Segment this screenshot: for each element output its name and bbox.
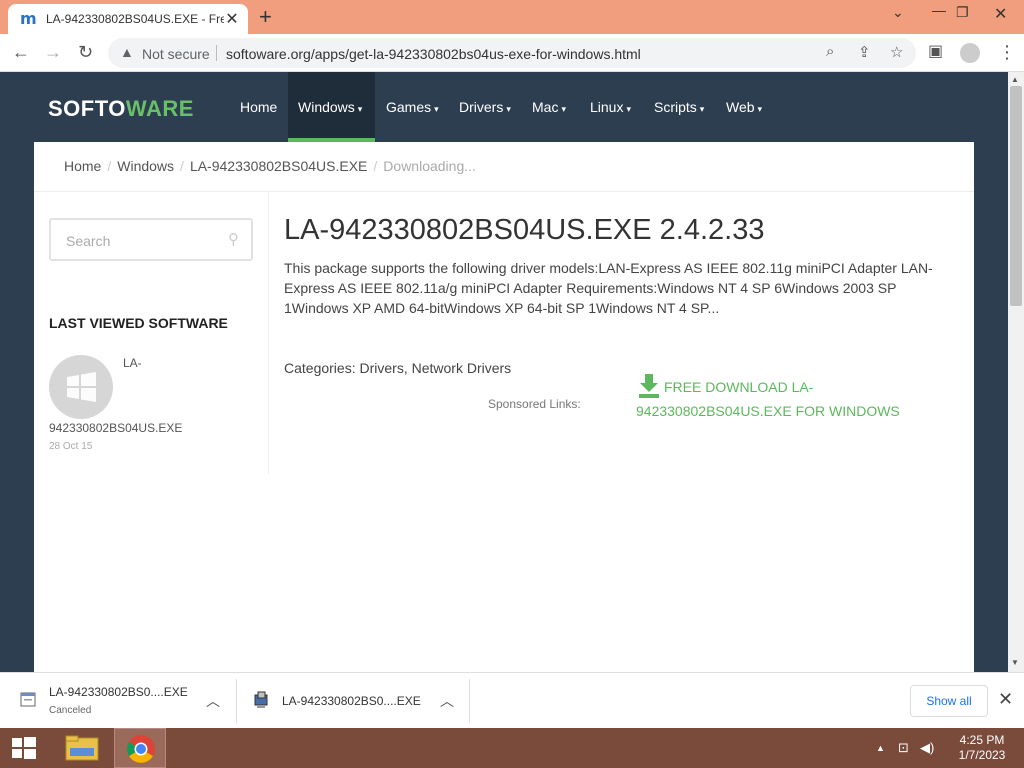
file-explorer-button[interactable] <box>56 728 108 768</box>
window-close-button[interactable]: ✕ <box>994 4 1007 24</box>
site-logo[interactable]: SOFTOWARE <box>48 96 194 122</box>
free-download-link[interactable]: FREE DOWNLOAD LA-942330802BS04US.EXE FOR… <box>636 375 966 423</box>
windows-start-icon <box>12 737 36 759</box>
network-icon[interactable]: ⊡ <box>898 740 909 756</box>
sponsored-links-label: Sponsored Links: <box>488 397 581 411</box>
browser-tab[interactable]: m LA-942330802BS04US.EXE - Free ✕ <box>8 4 248 34</box>
share-icon[interactable]: ⇪ <box>858 43 871 61</box>
not-secure-label[interactable]: Not secure <box>142 46 210 62</box>
nav-linux[interactable]: Linux ▾ <box>580 72 641 142</box>
download-item[interactable]: LA-942330802BS0....EXE ︿ <box>237 673 469 729</box>
breadcrumb-separator: / <box>107 158 112 174</box>
breadcrumb-current: Downloading... <box>383 158 476 174</box>
nav-home[interactable]: Home <box>230 72 287 142</box>
download-filename: LA-942330802BS0....EXE <box>282 694 421 708</box>
omnibox-divider <box>216 45 217 61</box>
tray-chevron-icon[interactable]: ▲ <box>876 743 885 753</box>
menu-kebab-icon[interactable]: ⋮ <box>998 42 1016 62</box>
scrollbar-thumb[interactable] <box>1010 86 1022 306</box>
last-viewed-heading: LAST VIEWED SOFTWARE <box>49 315 228 331</box>
clock-time: 4:25 PM <box>959 733 1005 747</box>
download-item[interactable]: LA-942330802BS0....EXE Canceled ︿ <box>0 673 236 729</box>
breadcrumb-separator: / <box>180 158 184 174</box>
page-title: LA-942330802BS04US.EXE 2.4.2.33 <box>284 214 765 246</box>
volume-icon[interactable]: ◀) <box>920 740 934 756</box>
clock-date: 1/7/2023 <box>958 748 1006 762</box>
windows-taskbar: ▲ ⊡ ◀) 4:25 PM 1/7/2023 <box>0 728 1024 768</box>
windows-logo-icon[interactable] <box>49 355 113 419</box>
page-scrollbar[interactable]: ▲ ▼ <box>1008 72 1024 672</box>
installer-icon <box>254 691 268 708</box>
nav-web[interactable]: Web ▾ <box>716 72 772 142</box>
software-description: This package supports the following driv… <box>284 260 933 316</box>
download-filename: LA-942330802BS0....EXE <box>49 685 188 699</box>
tab-strip: m LA-942330802BS04US.EXE - Free ✕ + ⌄ — … <box>0 0 1024 34</box>
tab-close-icon[interactable]: ✕ <box>224 9 240 29</box>
start-button[interactable] <box>0 728 48 768</box>
browser-toolbar: ← → ↻ ▲ Not secure softoware.org/apps/ge… <box>0 34 1024 72</box>
last-viewed-item-date: 28 Oct 15 <box>49 441 93 452</box>
site-header: SOFTOWARE Home Windows ▾ Games ▾ Drivers ▾ … <box>0 72 1008 142</box>
download-status: Canceled <box>49 705 92 716</box>
content-panel: Home / Windows / LA-942330802BS04US.EXE / Down… <box>34 142 974 672</box>
download-divider <box>469 679 470 723</box>
minimize-button[interactable]: — <box>932 2 946 18</box>
chrome-icon <box>127 735 155 763</box>
last-viewed-item-name[interactable]: LA- <box>123 356 142 370</box>
folder-icon <box>65 735 99 761</box>
nav-scripts[interactable]: Scripts ▾ <box>644 72 714 142</box>
breadcrumb-windows[interactable]: Windows <box>117 158 174 174</box>
scroll-down-icon[interactable]: ▼ <box>1011 658 1019 667</box>
profile-avatar-icon[interactable] <box>960 43 980 63</box>
search-input[interactable]: Search ⚲ <box>49 218 253 261</box>
search-placeholder: Search <box>66 233 111 249</box>
download-arrow-icon[interactable] <box>638 374 660 398</box>
chrome-taskbar-button[interactable] <box>114 728 166 768</box>
nav-drivers[interactable]: Drivers ▾ <box>449 72 521 142</box>
side-panel-icon[interactable]: ▣ <box>928 42 943 62</box>
search-icon[interactable]: ⚲ <box>228 230 239 248</box>
sidebar-divider <box>268 192 269 474</box>
tab-search-chevron-icon[interactable]: ⌄ <box>892 4 904 21</box>
chevron-up-icon[interactable]: ︿ <box>206 691 220 711</box>
breadcrumb-home[interactable]: Home <box>64 158 101 174</box>
bookmark-star-icon[interactable]: ☆ <box>890 43 903 61</box>
restore-button[interactable]: ❐ <box>956 4 969 21</box>
breadcrumb-divider <box>34 191 974 192</box>
site-favicon-icon: m <box>20 9 37 28</box>
chevron-up-icon[interactable]: ︿ <box>440 691 454 711</box>
breadcrumb-software[interactable]: LA-942330802BS04US.EXE <box>190 158 367 174</box>
system-clock[interactable]: 4:25 PM 1/7/2023 <box>950 733 1014 763</box>
nav-windows[interactable]: Windows ▾ <box>288 72 375 142</box>
breadcrumb-separator: / <box>373 158 378 174</box>
close-shelf-icon[interactable]: ✕ <box>998 689 1013 710</box>
forward-icon[interactable]: → <box>44 42 62 62</box>
nav-games[interactable]: Games ▾ <box>376 72 449 142</box>
last-viewed-item-name-cont[interactable]: 942330802BS04US.EXE <box>49 421 182 435</box>
categories-text: Categories: Drivers, Network Drivers <box>284 360 512 376</box>
zoom-search-icon[interactable]: ⌕ <box>826 43 834 60</box>
tab-title: LA-942330802BS04US.EXE - Free <box>46 12 224 26</box>
url-text[interactable]: softoware.org/apps/get-la-942330802bs04u… <box>226 46 641 62</box>
warning-icon[interactable]: ▲ <box>120 44 134 60</box>
show-all-button[interactable]: Show all <box>910 685 988 717</box>
nav-mac[interactable]: Mac ▾ <box>522 72 576 142</box>
back-icon[interactable]: ← <box>12 42 30 62</box>
download-shelf: LA-942330802BS0....EXE Canceled ︿ LA-942… <box>0 672 1024 728</box>
file-icon <box>20 692 36 707</box>
address-bar[interactable]: ▲ Not secure softoware.org/apps/get-la-9… <box>108 38 916 68</box>
reload-icon[interactable]: ↻ <box>78 42 93 62</box>
scroll-up-icon[interactable]: ▲ <box>1011 75 1019 84</box>
breadcrumb: Home / Windows / LA-942330802BS04US.EXE / Down… <box>64 158 476 174</box>
new-tab-button[interactable]: + <box>259 6 272 28</box>
